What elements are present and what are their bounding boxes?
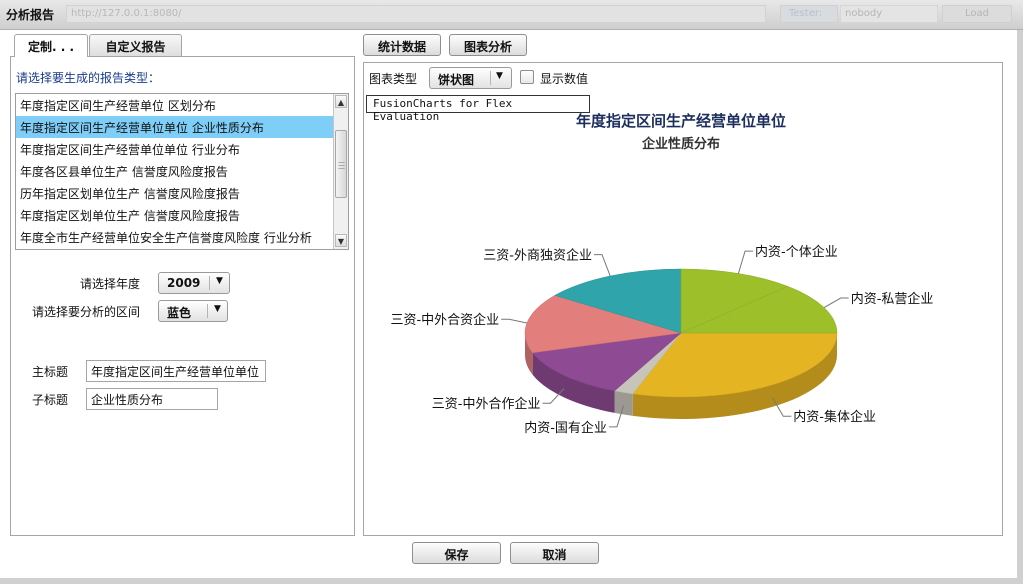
year-label: 请选择年度 (79, 277, 140, 291)
pie-slice-side (614, 390, 633, 416)
sub-title-label: 子标题 (32, 393, 69, 407)
tab-custom-report[interactable]: 自定义报告 (89, 34, 182, 56)
pie-slice-label: 三资-外商独资企业 (483, 248, 592, 264)
window-frame-right (1017, 30, 1023, 584)
range-select[interactable]: 蓝色 ▼ (158, 300, 228, 322)
pie-chart: 年度指定区间生产经营单位单位 企业性质分布 内资-集体企业内资-国有企业 三资-中… (390, 112, 934, 436)
url-field[interactable]: http://127.0.0.1:8080/ (66, 5, 766, 23)
tester-label: Tester: (780, 5, 838, 23)
main-title-input[interactable] (86, 360, 266, 382)
chart-type-label: 图表类型 (369, 72, 418, 86)
pie-top-group (524, 268, 838, 398)
load-button[interactable]: Load (942, 5, 1012, 23)
report-type-list[interactable]: 年度指定区间生产经营单位 区划分布 年度指定区间生产经营单位单位 企业性质分布 … (15, 93, 349, 250)
app-title: 分析报告 (6, 8, 55, 22)
tab-customize[interactable]: 定制. . . (14, 34, 88, 57)
report-type-prompt: 请选择要生成的报告类型： (16, 71, 161, 85)
pie-slice-label: 三资-中外合作企业 (432, 396, 541, 412)
show-values-label: 显示数值 (540, 72, 589, 86)
list-item[interactable]: 年度指定区间生产经营单位单位 行业分布 (16, 138, 334, 160)
chevron-down-icon: ▼ (216, 276, 223, 286)
list-item[interactable]: 年度各区县单位生产 信誉度风险度报告 (16, 160, 334, 182)
pie-slice-label: 内资-私营企业 (851, 291, 934, 307)
chevron-down-icon: ▼ (214, 304, 221, 314)
dropdown-separator (490, 71, 491, 85)
chart-type-select[interactable]: 饼状图 ▼ (429, 67, 512, 89)
scrollbar-thumb[interactable]: — — — (335, 130, 347, 198)
list-item[interactable]: 年度指定区划单位生产 信誉度风险度报告 (16, 204, 334, 226)
chevron-down-icon: ▼ (496, 71, 503, 81)
pie-leader-line (501, 318, 528, 324)
dropdown-separator (209, 276, 210, 290)
arrow-up-icon[interactable]: ▲ (335, 95, 347, 108)
main-title-label: 主标题 (32, 365, 69, 379)
window-frame-bottom (0, 578, 1023, 584)
year-select[interactable]: 2009 ▼ (158, 272, 230, 294)
list-scrollbar[interactable]: ▲ — — — ▼ (333, 94, 348, 249)
pie-leader-line (737, 250, 754, 274)
tester-field[interactable]: nobody (840, 5, 938, 23)
list-item-selected[interactable]: 年度指定区间生产经营单位单位 企业性质分布 (16, 116, 334, 138)
range-label: 请选择要分析的区间 (31, 305, 140, 319)
statistics-tab-button[interactable]: 统计数据 (363, 34, 441, 56)
arrow-down-icon[interactable]: ▼ (335, 234, 347, 247)
title-bar: 分析报告 http://127.0.0.1:8080/ Tester: nobo… (0, 0, 1023, 30)
grip-icon: — — — (338, 158, 345, 172)
list-item[interactable]: 历年指定区划单位生产 信誉度风险度报告 (16, 182, 334, 204)
pie-slice-label: 三资-中外合资企业 (390, 312, 499, 328)
list-item[interactable]: 年度指定区间生产经营单位 区划分布 (16, 94, 334, 116)
sub-title-input[interactable] (86, 388, 218, 410)
pie-slice-label: 内资-国有企业 (524, 420, 607, 436)
cancel-button[interactable]: 取消 (510, 542, 599, 564)
pie-leader-line (823, 297, 849, 309)
chart-title: 年度指定区间生产经营单位单位 (576, 112, 786, 130)
chart-subtitle: 企业性质分布 (641, 136, 720, 152)
chart-type-value: 饼状图 (438, 73, 475, 87)
save-button[interactable]: 保存 (412, 542, 501, 564)
list-item[interactable]: 年度全市生产经营单位安全生产信誉度风险度 行业分析 (16, 226, 334, 248)
range-value: 蓝色 (167, 306, 192, 320)
fusioncharts-watermark: FusionCharts for Flex Evaluation (366, 95, 590, 123)
chart-analysis-tab-button[interactable]: 图表分析 (449, 34, 527, 56)
dropdown-separator (207, 304, 208, 318)
pie-slice-label: 内资-集体企业 (793, 409, 876, 425)
show-values-checkbox[interactable] (520, 70, 534, 84)
pie-leader-line (594, 254, 611, 277)
year-value: 2009 (167, 276, 201, 290)
pie-slice-label: 内资-个体企业 (755, 244, 838, 260)
